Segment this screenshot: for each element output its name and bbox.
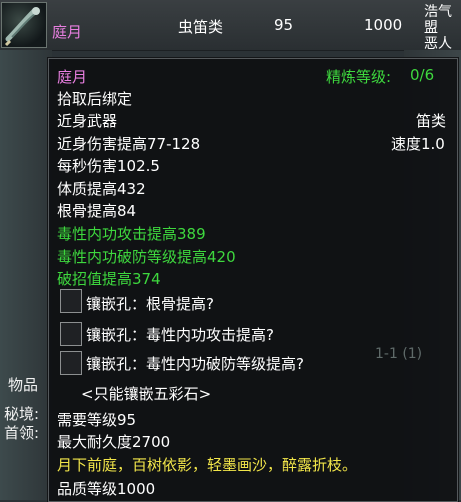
weapon-class: 笛类	[416, 112, 447, 130]
item-tooltip: 庭月 精炼等级: 0/6 拾取后绑定 近身武器 笛类 近身伤害提高77-128 …	[48, 58, 458, 502]
item-list-row[interactable]: 庭月 虫笛类 95 1000 浩气盟 恶人谷 江湖	[0, 0, 461, 51]
list-item-type: 虫笛类	[178, 18, 224, 36]
weapon-type: 近身武器	[57, 112, 118, 130]
background-left-panel: 物品 秘境: 首领:	[0, 50, 52, 500]
refine-level-label: 精炼等级:	[326, 68, 392, 86]
secret-realm-label: 秘境:	[4, 405, 40, 423]
attack-speed: 速度1.0	[391, 135, 445, 153]
gem-socket-2[interactable]	[60, 322, 82, 346]
list-item-price: 95	[274, 16, 294, 34]
max-durability: 最大耐久度2700	[57, 433, 171, 451]
bonus-poison-attack: 毒性内功攻击提高389	[57, 225, 206, 243]
stat-constitution: 体质提高432	[57, 180, 146, 198]
bonus-poison-penetration: 毒性内功破防等级提高420	[57, 248, 236, 266]
refine-level-value: 0/6	[410, 66, 435, 84]
flavor-text: 月下前庭，百树依影，轻墨画沙，醉露折枝。	[57, 456, 358, 474]
list-item-side-text: 浩气盟 恶人谷 江湖	[424, 4, 452, 50]
gem-socket-3[interactable]	[60, 351, 82, 375]
item-label: 物品	[8, 376, 39, 394]
page-indicator: 1-1 (1)	[375, 346, 423, 362]
list-item-quantity: 1000	[364, 16, 403, 34]
bind-type: 拾取后绑定	[57, 90, 133, 108]
required-level: 需要等级95	[57, 411, 137, 429]
socket-3-text: 镶嵌孔：毒性内功破防等级提高?	[86, 355, 304, 373]
gem-socket-1[interactable]	[60, 289, 82, 313]
list-item-name: 庭月	[52, 23, 83, 41]
leader-label: 首领:	[4, 424, 40, 442]
socket-2-text: 镶嵌孔：毒性内功攻击提高?	[86, 326, 274, 344]
bonus-break: 破招值提高374	[57, 270, 161, 288]
melee-damage: 近身伤害提高77-128	[57, 135, 201, 153]
socket-1-text: 镶嵌孔：根骨提高?	[86, 295, 214, 313]
tooltip-item-name: 庭月	[57, 68, 88, 86]
quality-level: 品质等级1000	[57, 480, 156, 498]
socket-note: <只能镶嵌五彩石>	[81, 385, 212, 403]
dps-value: 每秒伤害102.5	[57, 157, 160, 175]
flute-icon	[1, 2, 47, 48]
stat-spirit: 根骨提高84	[57, 202, 137, 220]
